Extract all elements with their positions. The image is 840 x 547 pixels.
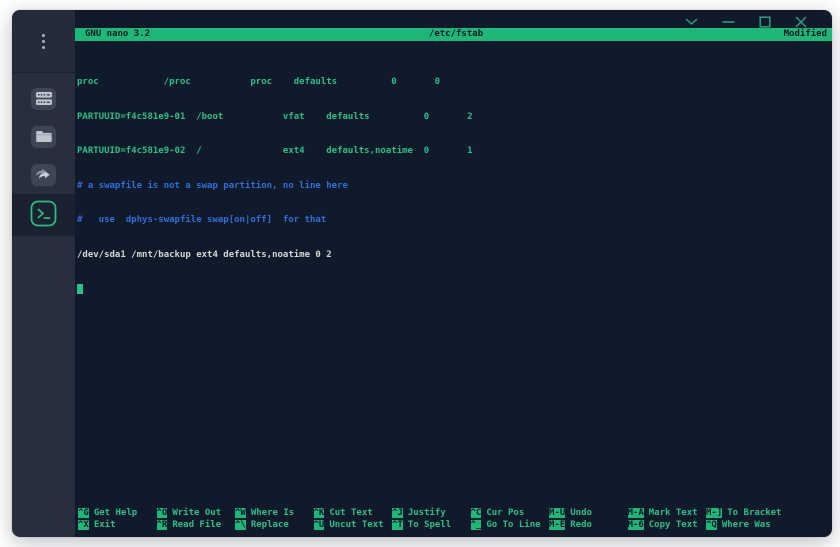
nano-header-bar: GNU nano 3.2 /etc/fstab Modified <box>75 28 832 41</box>
maximize-icon <box>759 16 771 28</box>
kebab-menu-icon[interactable] <box>36 28 51 55</box>
sidebar-menu-area <box>12 10 75 73</box>
shortcut-justify: ^JJustify <box>392 508 471 520</box>
collapse-button[interactable] <box>685 18 698 26</box>
shortcut-cur-pos: ^CCur Pos <box>471 508 550 520</box>
shortcut-redo: M-ERedo <box>549 520 628 532</box>
shortcut-where-was: ^QWhere Was <box>706 520 785 532</box>
nano-modified-flag: Modified <box>483 28 832 41</box>
forward-arrows-icon <box>35 166 52 185</box>
sidebar-item-terminal[interactable] <box>12 194 75 236</box>
terminal-pane: GNU nano 3.2 /etc/fstab Modified proc /p… <box>75 10 832 537</box>
keyboard-icon <box>36 90 52 109</box>
shortcut-to-spell: ^TTo Spell <box>392 520 471 532</box>
sidebar <box>12 10 75 537</box>
nano-filename: /etc/fstab <box>429 28 483 41</box>
buffer-cursor-line <box>77 284 832 296</box>
shortcut-replace: ^\Replace <box>235 520 314 532</box>
sidebar-icon-column <box>12 73 75 186</box>
shortcut-go-to-line: ^_Go To Line <box>471 520 550 532</box>
shortcut-where-is: ^WWhere Is <box>235 508 314 520</box>
shortcut-exit: ^XExit <box>78 520 157 532</box>
text-cursor <box>77 284 83 294</box>
close-button[interactable] <box>795 16 807 28</box>
minimize-icon <box>722 18 735 26</box>
folder-icon <box>36 128 52 147</box>
buffer-line: PARTUUID=f4c581e9-01 /boot vfat defaults… <box>77 112 832 124</box>
terminal-icon <box>30 200 57 231</box>
close-icon <box>795 16 807 28</box>
shortcut-row-2: ^XExit^RRead File^\Replace^UUncut Text^T… <box>78 520 832 532</box>
maximize-button[interactable] <box>759 16 771 28</box>
shortcut-write-out: ^OWrite Out <box>157 508 236 520</box>
nano-shortcut-bar: ^GGet Help^OWrite Out^WWhere Is^KCut Tex… <box>78 508 832 531</box>
buffer-line: proc /proc proc defaults 0 0 <box>77 77 832 89</box>
buffer-line: PARTUUID=f4c581e9-02 / ext4 defaults,noa… <box>77 146 832 158</box>
sidebar-item-files[interactable] <box>31 126 56 148</box>
window-titlebar <box>75 10 832 28</box>
shortcut-get-help: ^GGet Help <box>78 508 157 520</box>
buffer-line: # a swapfile is not a swap partition, no… <box>77 181 832 193</box>
shortcut-cut-text: ^KCut Text <box>314 508 393 520</box>
shortcut-read-file: ^RRead File <box>157 520 236 532</box>
buffer-line: /dev/sda1 /mnt/backup ext4 defaults,noat… <box>77 250 832 262</box>
app-window: GNU nano 3.2 /etc/fstab Modified proc /p… <box>12 10 832 537</box>
shortcut-copy-text: M-6Copy Text <box>628 520 707 532</box>
minimize-button[interactable] <box>722 18 735 26</box>
editor-buffer[interactable]: proc /proc proc defaults 0 0 PARTUUID=f4… <box>75 41 832 537</box>
shortcut-row-1: ^GGet Help^OWrite Out^WWhere Is^KCut Tex… <box>78 508 832 520</box>
shortcut-undo: M-UUndo <box>549 508 628 520</box>
shortcut-mark-text: M-AMark Text <box>628 508 707 520</box>
nano-version: GNU nano 3.2 <box>75 28 429 41</box>
shortcut-to-bracket: M-]To Bracket <box>706 508 785 520</box>
sidebar-item-keyboard[interactable] <box>31 88 56 110</box>
chevron-down-icon <box>685 18 698 26</box>
sidebar-item-transfer[interactable] <box>31 164 56 186</box>
shortcut-uncut-text: ^UUncut Text <box>314 520 393 532</box>
buffer-line: # use dphys-swapfile swap[on|off] for th… <box>77 215 832 227</box>
